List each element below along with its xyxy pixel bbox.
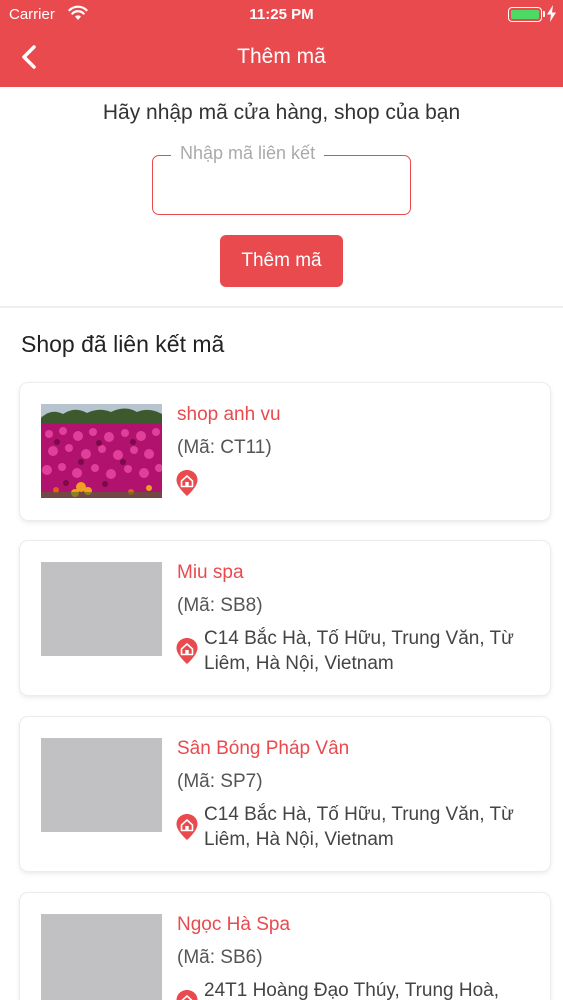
shop-thumbnail [41, 914, 162, 1000]
shop-card[interactable]: Ngọc Hà Spa (Mã: SB6) 24T1 Hoàng Đạo Thú… [20, 893, 550, 1000]
shop-thumbnail [41, 404, 162, 498]
shop-name: Miu spa [177, 562, 244, 583]
shop-name: Sân Bóng Pháp Vân [177, 738, 350, 759]
shop-address: C14 Bắc Hà, Tố Hữu, Trung Văn, Từ Liêm, … [204, 804, 514, 850]
location-pin-icon [176, 470, 198, 496]
location-pin-icon [176, 990, 198, 1000]
battery-tip [543, 11, 545, 17]
flower-photo [41, 404, 162, 498]
shop-thumbnail [41, 562, 162, 656]
shop-address: C14 Bắc Hà, Tố Hữu, Trung Văn, Từ Liêm, … [204, 628, 514, 674]
charging-icon [547, 5, 556, 22]
link-code-input[interactable] [165, 176, 397, 206]
shop-code: (Mã: CT11) [177, 437, 272, 458]
shop-card[interactable]: Sân Bóng Pháp Vân (Mã: SP7) C14 Bắc Hà, … [20, 717, 550, 871]
shop-address: 24T1 Hoàng Đạo Thúy, Trung Hoà, [204, 980, 500, 1000]
shop-thumbnail [41, 738, 162, 832]
app-header: Carrier 11:25 PM Thêm mã [0, 0, 563, 87]
page-title: Thêm mã [237, 45, 326, 68]
shop-code: (Mã: SB8) [177, 595, 263, 616]
shop-code: (Mã: SP7) [177, 771, 263, 792]
shop-name: shop anh vu [177, 404, 281, 425]
status-bar: Carrier 11:25 PM [0, 0, 563, 30]
section-divider [0, 306, 563, 308]
link-code-label: Nhập mã liên kết [171, 143, 325, 164]
linked-shops-title: Shop đã liên kết mã [21, 331, 225, 357]
add-code-button[interactable]: Thêm mã [220, 235, 343, 287]
location-pin-icon [176, 814, 198, 840]
shop-name: Ngọc Hà Spa [177, 914, 291, 935]
shop-card[interactable]: Miu spa (Mã: SB8) C14 Bắc Hà, Tố Hữu, Tr… [20, 541, 550, 695]
battery-icon [508, 7, 542, 22]
status-time: 11:25 PM [249, 6, 314, 23]
shop-code: (Mã: SB6) [177, 947, 263, 968]
shop-card[interactable]: shop anh vu (Mã: CT11) [20, 383, 550, 520]
form-prompt: Hãy nhập mã cửa hàng, shop của bạn [102, 101, 461, 124]
location-pin-icon [176, 638, 198, 664]
link-code-field[interactable]: Nhập mã liên kết [152, 143, 411, 215]
